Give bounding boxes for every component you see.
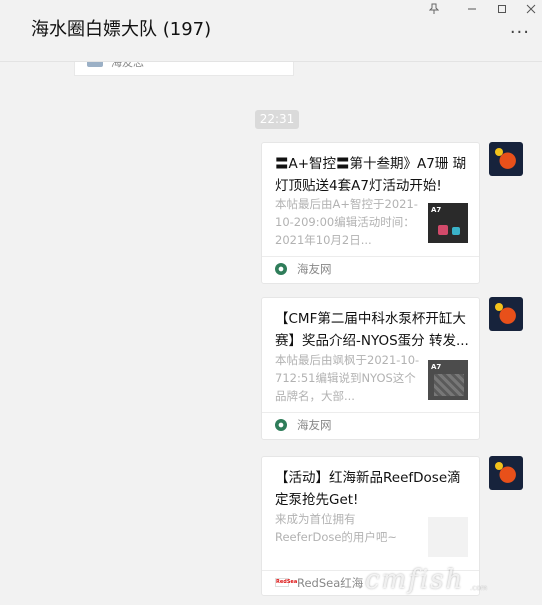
previous-card-source: 海友志 bbox=[111, 62, 144, 69]
redsea-logo-icon: RedSea bbox=[275, 578, 298, 587]
card-source: 海友网 bbox=[297, 262, 332, 276]
card-description: 本帖最后由飒枫于2021-10-712:51编辑说到NYOS这个品牌名，大部..… bbox=[275, 353, 420, 403]
card-thumbnail: A7 bbox=[428, 360, 468, 400]
watermark: cmfish bbox=[365, 565, 465, 595]
haiyouwang-logo-icon bbox=[275, 419, 287, 431]
previous-card[interactable]: 海友志 bbox=[74, 62, 294, 76]
chat-header: 海水圈白嫖大队 (197) ··· bbox=[0, 0, 542, 62]
card-thumbnail bbox=[428, 517, 468, 557]
card-title: 【CMF第二届中科水泵杯开缸大赛】奖品介绍-NYOS蛋分 转发... bbox=[275, 311, 469, 349]
avatar[interactable] bbox=[489, 456, 523, 490]
card-title: 〓A+智控〓第十叁期》A7珊 瑚灯顶贴送4套A7灯活动开始! bbox=[275, 156, 467, 194]
card-divider bbox=[262, 256, 479, 257]
close-icon[interactable] bbox=[516, 0, 542, 18]
card-description: 来成为首位拥有ReeferDose的用户吧~ bbox=[275, 512, 398, 544]
more-icon[interactable]: ··· bbox=[510, 24, 530, 42]
chat-area[interactable]: 海友志 22:31 〓A+智控〓第十叁期》A7珊 瑚灯顶贴送4套A7灯活动开始!… bbox=[0, 62, 542, 605]
avatar[interactable] bbox=[489, 142, 523, 176]
card-title: 【活动】红海新品ReefDose滴定泵抢先Get! bbox=[275, 470, 461, 508]
card-source: RedSea红海 bbox=[297, 576, 364, 590]
source-logo-icon bbox=[87, 62, 103, 67]
haiyouwang-logo-icon bbox=[275, 263, 287, 275]
maximize-icon[interactable] bbox=[487, 0, 517, 18]
card-divider bbox=[262, 412, 479, 413]
message-card-1[interactable]: 〓A+智控〓第十叁期》A7珊 瑚灯顶贴送4套A7灯活动开始! 本帖最后由A+智控… bbox=[261, 142, 480, 284]
chat-title: 海水圈白嫖大队 (197) bbox=[31, 19, 212, 40]
message-card-2[interactable]: 【CMF第二届中科水泵杯开缸大赛】奖品介绍-NYOS蛋分 转发... 本帖最后由… bbox=[261, 297, 480, 440]
pin-icon[interactable] bbox=[419, 0, 449, 18]
watermark-suffix: .com bbox=[470, 584, 488, 592]
minimize-icon[interactable] bbox=[457, 0, 487, 18]
card-thumbnail: A7 bbox=[428, 203, 468, 243]
message-timestamp: 22:31 bbox=[255, 110, 299, 129]
card-source: 海友网 bbox=[297, 418, 332, 432]
avatar[interactable] bbox=[489, 297, 523, 331]
card-description: 本帖最后由A+智控于2021-10-209:00编辑活动时间：2021年10月2… bbox=[275, 197, 418, 247]
